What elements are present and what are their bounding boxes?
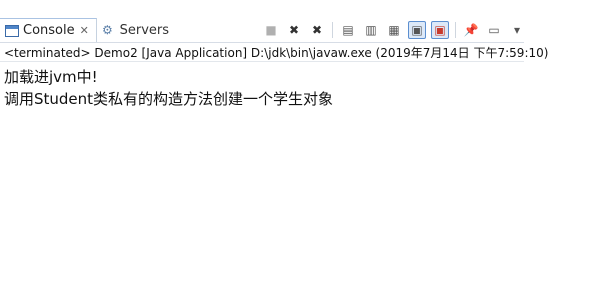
tab-console[interactable]: Console ✕: [0, 18, 97, 42]
console-view: Console ✕ ⚙ Servers ■ ✖ ✖ ▤ ▥ ▦ ▣ ▣ 📌 ▭ …: [0, 0, 548, 306]
console-icon: [5, 24, 19, 37]
toolbar-separator: [455, 22, 456, 38]
pin-console-icon[interactable]: 📌: [462, 21, 480, 39]
toolbar-separator: [332, 22, 333, 38]
display-selected-console-icon[interactable]: ▭: [485, 21, 503, 39]
remove-launch-icon[interactable]: ✖: [285, 21, 303, 39]
clear-console-icon[interactable]: ▤: [339, 21, 357, 39]
close-icon[interactable]: ✕: [80, 24, 89, 37]
dropdown-arrow-icon[interactable]: ▾: [508, 21, 526, 39]
console-toolbar: ■ ✖ ✖ ▤ ▥ ▦ ▣ ▣ 📌 ▭ ▾: [262, 20, 531, 40]
terminate-icon[interactable]: ■: [262, 21, 280, 39]
console-status-line: <terminated> Demo2 [Java Application] D:…: [4, 46, 549, 60]
console-output-line: 调用Student类私有的构造方法创建一个学生对象: [4, 90, 334, 108]
remove-all-terminated-icon[interactable]: ✖: [308, 21, 326, 39]
console-output-line: 加载进jvm中!: [4, 68, 98, 86]
tab-console-label: Console: [23, 23, 75, 38]
stroke-arc-icon: [572, 0, 616, 16]
servers-icon: ⚙: [102, 23, 113, 37]
divider: [0, 61, 524, 62]
word-wrap-icon[interactable]: ▦: [385, 21, 403, 39]
show-console-stdout-icon[interactable]: ▣: [408, 21, 426, 39]
scroll-lock-icon[interactable]: ▥: [362, 21, 380, 39]
tab-servers-label: Servers: [119, 22, 169, 38]
show-console-stderr-icon[interactable]: ▣: [431, 21, 449, 39]
tab-servers[interactable]: ⚙ Servers: [99, 18, 169, 42]
